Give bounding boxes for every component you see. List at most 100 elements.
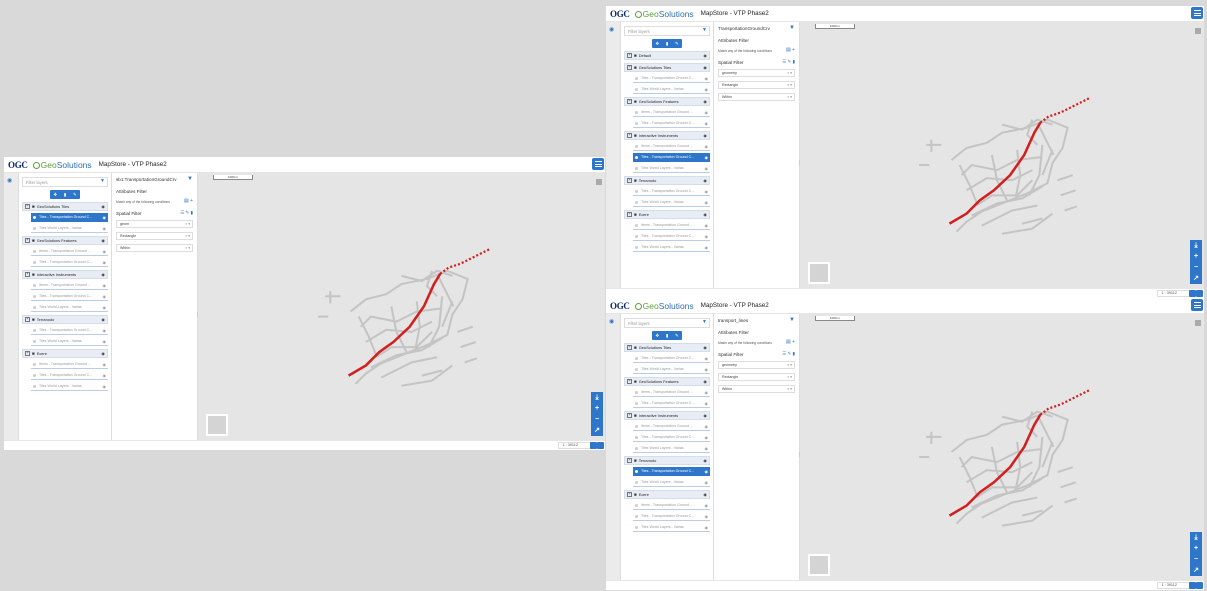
crs-button[interactable]: [1189, 290, 1196, 297]
layer-eye-icon[interactable]: [635, 155, 638, 159]
zoom-in-button[interactable]: +: [595, 403, 599, 414]
layer-item[interactable]: Tiles World Layers - Varias ◉: [31, 224, 108, 233]
add-condition-icon[interactable]: ▤ +: [786, 339, 795, 345]
layer-toggle-icon[interactable]: ◉: [705, 514, 709, 519]
zoom-to-icon[interactable]: ❖: [655, 41, 659, 47]
layer-toggle-icon[interactable]: ◉: [705, 144, 709, 149]
map-canvas[interactable]: [198, 173, 605, 450]
clear-dropdown-icon[interactable]: × ▾: [185, 246, 190, 250]
layer-eye-icon[interactable]: [635, 367, 638, 371]
expand-icon[interactable]: +: [627, 133, 632, 138]
layer-toggle-icon[interactable]: ◉: [705, 401, 709, 406]
layer-eye-icon[interactable]: [635, 446, 638, 450]
layer-item[interactable]: Tiles World Layers - Varias ◉: [31, 382, 108, 391]
layer-eye-icon[interactable]: [33, 305, 36, 309]
layer-eye-icon[interactable]: [33, 260, 36, 264]
scale-dropdown[interactable]: 1 : 39112: [1157, 582, 1190, 589]
expand-icon[interactable]: +: [627, 212, 632, 217]
layer-item[interactable]: Tiles World Layers - Varias ◉: [633, 444, 710, 453]
layer-toggle-icon[interactable]: ◉: [705, 87, 709, 92]
settings-icon[interactable]: ✎: [73, 192, 77, 198]
layer-item[interactable]: Items - Transportation Ground ... ◉: [31, 247, 108, 256]
visibility-eye-icon[interactable]: ◉: [101, 238, 105, 243]
visibility-eye-icon[interactable]: ◉: [703, 99, 707, 104]
zoom-in-button[interactable]: +: [1194, 543, 1198, 554]
filter-funnel-icon[interactable]: ▼: [789, 25, 795, 31]
layer-group[interactable]: + ■ Terranodo ◉: [22, 315, 108, 324]
settings-button[interactable]: [597, 442, 604, 449]
layer-group[interactable]: + ■ Interactive Instruments ◉: [624, 131, 710, 140]
visibility-eye-icon[interactable]: ◉: [703, 458, 707, 463]
menu-button[interactable]: [592, 158, 604, 170]
delete-icon[interactable]: ▮: [666, 41, 668, 47]
expand-icon[interactable]: +: [25, 351, 30, 356]
layer-toggle-icon[interactable]: ◉: [705, 76, 709, 81]
layer-eye-icon[interactable]: [635, 525, 638, 529]
layer-toggle-icon[interactable]: ◉: [705, 480, 709, 485]
layer-toggle-icon[interactable]: ◉: [705, 155, 709, 160]
layer-eye-icon[interactable]: [33, 294, 36, 298]
layer-eye-icon[interactable]: [635, 480, 638, 484]
visibility-eye-icon[interactable]: ◉: [703, 178, 707, 183]
spatial-select[interactable]: geom × ▾: [116, 220, 193, 228]
spatial-select[interactable]: Within × ▾: [718, 385, 795, 393]
layer-eye-icon[interactable]: [33, 249, 36, 253]
filter-layers-input[interactable]: Filter layers ▼: [624, 26, 710, 36]
clear-dropdown-icon[interactable]: × ▾: [787, 95, 792, 99]
zoom-out-button[interactable]: −: [1194, 554, 1198, 565]
delete-icon[interactable]: ▮: [64, 192, 66, 198]
layer-eye-icon[interactable]: [635, 87, 638, 91]
layer-eye-icon[interactable]: [635, 200, 638, 204]
menu-button[interactable]: [1191, 299, 1203, 311]
layer-eye-icon[interactable]: [635, 189, 638, 193]
fullscreen-icon[interactable]: ↗: [1193, 565, 1199, 576]
map-area[interactable]: 1000 m ⤓ + − ↗: [800, 22, 1204, 298]
layer-toggle-icon[interactable]: ◉: [705, 121, 709, 126]
zoom-out-button[interactable]: −: [595, 414, 599, 425]
map-canvas[interactable]: [800, 22, 1204, 298]
layer-eye-icon[interactable]: [635, 390, 638, 394]
layer-eye-icon[interactable]: [635, 223, 638, 227]
layer-eye-icon[interactable]: [33, 328, 36, 332]
clear-dropdown-icon[interactable]: × ▾: [787, 363, 792, 367]
layer-toggle-icon[interactable]: ◉: [103, 249, 107, 254]
layer-item[interactable]: Tiles World Layers - Varias ◉: [633, 478, 710, 487]
layer-eye-icon[interactable]: [33, 373, 36, 377]
layer-eye-icon[interactable]: [635, 401, 638, 405]
layer-toggle-icon[interactable]: ◉: [705, 469, 709, 474]
visibility-eye-icon[interactable]: ◉: [703, 345, 707, 350]
layer-item[interactable]: Tiles World Layers - Varias ◉: [633, 365, 710, 374]
visibility-eye-icon[interactable]: ◉: [101, 204, 105, 209]
expand-icon[interactable]: +: [25, 204, 30, 209]
layer-group[interactable]: + ■ Default ◉: [624, 51, 710, 60]
layer-item[interactable]: Tiles - Transportation Ground C... ◉: [31, 292, 108, 301]
visibility-eye-icon[interactable]: ◉: [703, 65, 707, 70]
layer-item[interactable]: Tiles - Transportation Ground C... ◉: [31, 371, 108, 380]
spatial-select[interactable]: Rectangle × ▾: [718, 81, 795, 89]
layer-item[interactable]: Tiles - Transportation Ground C... ◉: [633, 153, 710, 162]
map-toggle-icon[interactable]: [1195, 320, 1201, 326]
clear-dropdown-icon[interactable]: × ▾: [185, 222, 190, 226]
background-selector[interactable]: [206, 414, 228, 436]
filter-funnel-icon[interactable]: ▼: [789, 317, 795, 323]
layer-item[interactable]: Tiles World Layers - Varias ◉: [633, 523, 710, 532]
layer-toggle-icon[interactable]: ◉: [705, 110, 709, 115]
layer-item[interactable]: Tiles - Transportation Ground C... ◉: [31, 213, 108, 222]
filter-layers-input[interactable]: Filter layers ▼: [22, 177, 108, 187]
add-condition-icon[interactable]: ▤ +: [786, 47, 795, 53]
layers-icon[interactable]: ◉: [7, 177, 12, 184]
layer-toggle-icon[interactable]: ◉: [103, 215, 107, 220]
layer-toggle-icon[interactable]: ◉: [103, 283, 107, 288]
layer-group[interactable]: + ■ GeoSolutions Tiles ◉: [624, 343, 710, 352]
layer-item[interactable]: Tiles World Layers - Varias ◉: [31, 337, 108, 346]
layer-group[interactable]: + ■ Interactive Instruments ◉: [624, 411, 710, 420]
layer-eye-icon[interactable]: [635, 76, 638, 80]
menu-button[interactable]: [1191, 7, 1203, 19]
add-condition-icon[interactable]: ▤ +: [184, 198, 193, 204]
fullscreen-icon[interactable]: ↗: [1193, 273, 1199, 284]
layer-item[interactable]: Tiles - Transportation Ground C... ◉: [633, 467, 710, 476]
filter-icon[interactable]: ▼: [100, 178, 105, 184]
visibility-eye-icon[interactable]: ◉: [703, 212, 707, 217]
layer-toggle-icon[interactable]: ◉: [705, 503, 709, 508]
layer-toggle-icon[interactable]: ◉: [103, 226, 107, 231]
